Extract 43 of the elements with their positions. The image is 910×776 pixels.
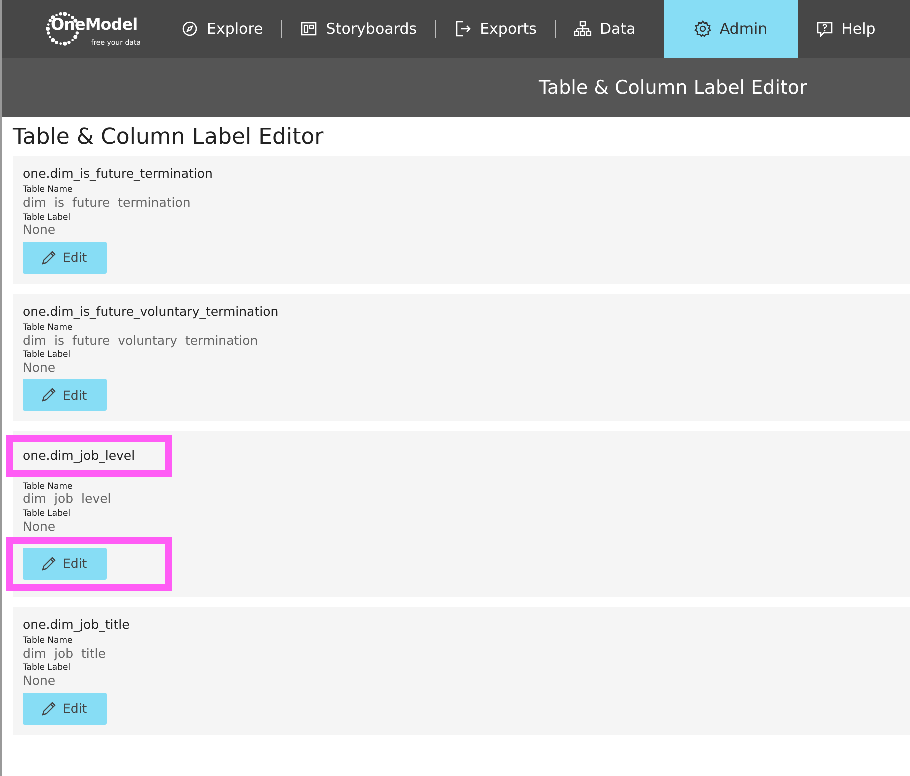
field-label: Table Label <box>23 510 72 520</box>
table-title: one.dim_is_future_termination <box>23 165 213 183</box>
edit-button[interactable]: Edit <box>23 379 107 412</box>
field-value: dim job title <box>23 647 107 662</box>
page-title: Table & Column Label Editor <box>13 125 325 150</box>
field-label: Table Name <box>23 482 74 492</box>
table-title: one.dim_job_title <box>23 616 130 634</box>
table-title: one.dim_job_level <box>23 447 136 466</box>
logo-text[interactable]: OneModel <box>51 14 138 34</box>
nav-tab[interactable]: Storyboards <box>282 0 436 58</box>
board-icon <box>300 20 318 38</box>
nav-tab[interactable]: Data <box>556 0 654 58</box>
field-label: Table Name <box>23 186 74 196</box>
field-label: Table Label <box>23 664 72 674</box>
edit-button[interactable]: Edit <box>23 548 107 580</box>
field-value: None <box>23 223 57 238</box>
sitemap-icon <box>574 20 592 38</box>
nav-tab[interactable]: Explore <box>163 0 282 58</box>
nav-tab[interactable]: Exports <box>436 0 555 58</box>
field-label: Table Name <box>23 324 74 334</box>
field-value: dim job level <box>23 492 112 507</box>
nav-tab[interactable]: Admin <box>664 0 798 58</box>
export-icon <box>454 20 472 38</box>
field-value: None <box>23 674 57 689</box>
table-title: one.dim_is_future_voluntary_termination <box>23 302 279 321</box>
edit-button[interactable]: Edit <box>23 242 107 274</box>
field-value: dim is future voluntary termination <box>23 334 260 348</box>
field-value: None <box>23 520 57 534</box>
pencil-icon <box>41 250 57 266</box>
nav-tab[interactable]: Help <box>798 0 894 58</box>
pencil-icon <box>41 387 57 404</box>
settings-icon <box>694 20 712 38</box>
compass-icon <box>181 20 199 38</box>
field-label: Table Name <box>23 637 74 648</box>
pencil-icon <box>41 556 57 572</box>
field-value: None <box>23 360 57 376</box>
pencil-icon <box>41 700 57 717</box>
header-title: Table & Column Label Editor <box>539 76 808 98</box>
help-icon <box>816 20 834 38</box>
field-value: dim is future termination <box>23 196 192 211</box>
field-label: Table Label <box>23 351 72 361</box>
field-label: Table Label <box>23 214 72 224</box>
edit-button[interactable]: Edit <box>23 692 107 725</box>
